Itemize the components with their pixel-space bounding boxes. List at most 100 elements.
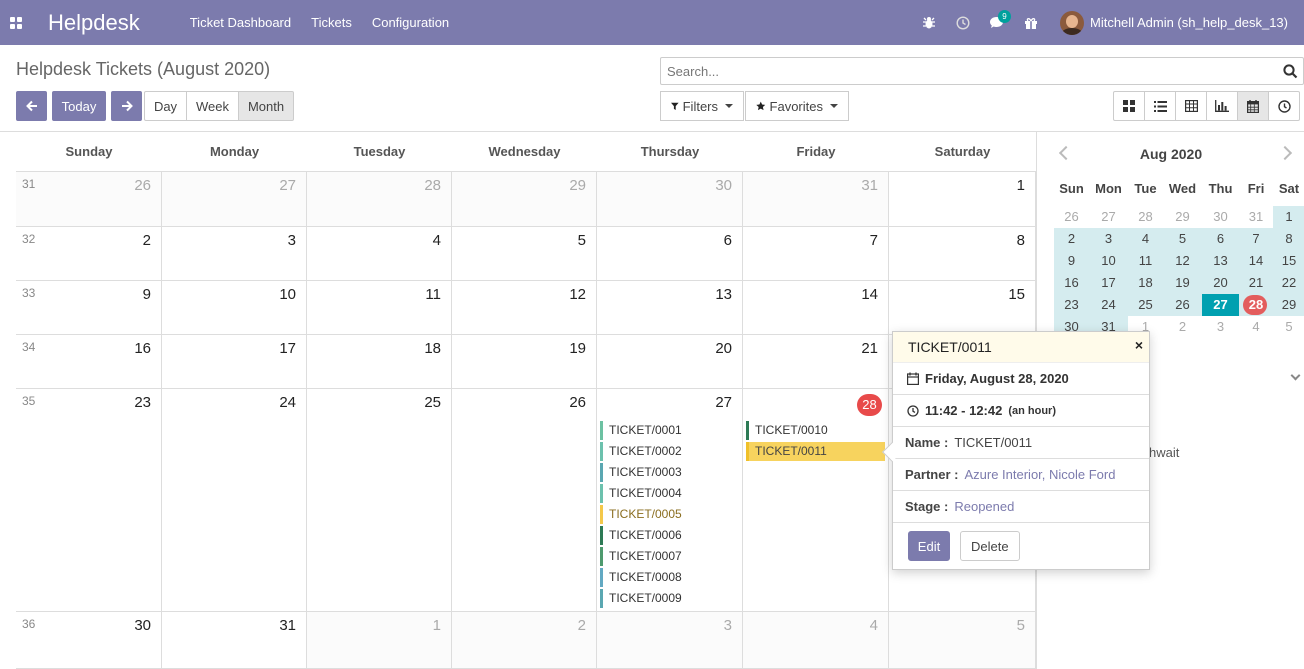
calendar-event[interactable]: TICKET/0007 [600, 547, 739, 566]
calendar-event[interactable]: TICKET/0001 [600, 421, 739, 440]
calendar-view-button[interactable] [1237, 91, 1269, 121]
close-icon[interactable]: × [1135, 332, 1143, 358]
scale-day-button[interactable]: Day [144, 91, 187, 121]
calendar-day[interactable]: 34 16 [16, 335, 162, 388]
menu-configuration[interactable]: Configuration [362, 0, 459, 45]
mini-day[interactable]: 5 [1273, 316, 1304, 338]
pivot-view-button[interactable] [1175, 91, 1207, 121]
gift-icon[interactable] [1014, 0, 1048, 45]
mini-day[interactable]: 6 [1202, 228, 1239, 250]
calendar-day[interactable]: 31 [743, 172, 889, 226]
mini-day[interactable]: 2 [1163, 316, 1202, 338]
search-icon[interactable] [1277, 63, 1303, 79]
mini-day[interactable]: 18 [1128, 272, 1163, 294]
scale-month-button[interactable]: Month [238, 91, 294, 121]
calendar-day[interactable]: 33 9 [16, 281, 162, 334]
list-view-button[interactable] [1144, 91, 1176, 121]
calendar-day[interactable]: 14 [743, 281, 889, 334]
calendar-event[interactable]: TICKET/0010 [746, 421, 885, 440]
calendar-day[interactable]: 26 [452, 389, 597, 611]
calendar-day[interactable]: 30 [597, 172, 743, 226]
menu-tickets[interactable]: Tickets [301, 0, 362, 45]
user-menu[interactable]: Mitchell Admin (sh_help_desk_13) [1060, 10, 1288, 35]
mini-day[interactable]: 4 [1128, 228, 1163, 250]
apps-menu-icon[interactable] [0, 0, 32, 45]
mini-day[interactable]: 17 [1089, 272, 1128, 294]
calendar-event[interactable]: TICKET/0003 [600, 463, 739, 482]
calendar-day[interactable]: 19 [452, 335, 597, 388]
mini-day[interactable]: 1 [1273, 206, 1304, 228]
calendar-day[interactable]: 11 [307, 281, 452, 334]
calendar-event[interactable]: TICKET/0005 [600, 505, 739, 524]
calendar-day[interactable]: 7 [743, 227, 889, 280]
mini-day[interactable]: 3 [1089, 228, 1128, 250]
calendar-day[interactable]: 4 [743, 612, 889, 668]
edit-button[interactable]: Edit [908, 531, 950, 561]
calendar-day[interactable]: 4 [307, 227, 452, 280]
mini-day[interactable]: 28 [1128, 206, 1163, 228]
mini-day[interactable]: 25 [1128, 294, 1163, 316]
mini-day[interactable]: 10 [1089, 250, 1128, 272]
calendar-day[interactable]: 36 30 [16, 612, 162, 668]
calendar-day[interactable]: 32 2 [16, 227, 162, 280]
calendar-day[interactable]: 29 [452, 172, 597, 226]
calendar-day[interactable]: 15 [889, 281, 1036, 334]
mini-day[interactable]: 16 [1054, 272, 1089, 294]
mini-day[interactable]: 11 [1128, 250, 1163, 272]
stage-link[interactable]: Reopened [954, 499, 1014, 514]
calendar-event[interactable]: TICKET/0009 [600, 589, 739, 608]
filters-button[interactable]: Filters [660, 91, 744, 121]
calendar-day[interactable]: 24 [162, 389, 307, 611]
mini-day[interactable]: 4 [1239, 316, 1273, 338]
search-input[interactable] [661, 58, 1277, 84]
mini-day[interactable]: 31 [1239, 206, 1273, 228]
mini-day[interactable]: 8 [1273, 228, 1304, 250]
calendar-event[interactable]: TICKET/0004 [600, 484, 739, 503]
mini-day[interactable]: 20 [1202, 272, 1239, 294]
bug-icon[interactable] [912, 0, 946, 45]
calendar-day[interactable]: 10 [162, 281, 307, 334]
calendar-day[interactable]: 31 26 [16, 172, 162, 226]
calendar-day[interactable]: 31 [162, 612, 307, 668]
next-button[interactable] [111, 91, 142, 121]
menu-ticket-dashboard[interactable]: Ticket Dashboard [180, 0, 301, 45]
mini-day[interactable]: 15 [1273, 250, 1304, 272]
calendar-day[interactable]: 28 [307, 172, 452, 226]
calendar-day[interactable]: 17 [162, 335, 307, 388]
mini-day[interactable]: 21 [1239, 272, 1273, 294]
mini-day[interactable]: 5 [1163, 228, 1202, 250]
calendar-event[interactable]: TICKET/0006 [600, 526, 739, 545]
calendar-day[interactable]: 35 23 [16, 389, 162, 611]
today-button[interactable]: Today [52, 91, 106, 121]
mini-day[interactable]: 19 [1163, 272, 1202, 294]
calendar-event-selected[interactable]: TICKET/0011 [746, 442, 885, 461]
favorites-button[interactable]: Favorites [745, 91, 849, 121]
mini-day[interactable]: 7 [1239, 228, 1273, 250]
mini-day-selected[interactable]: 28 [1239, 294, 1273, 316]
calendar-day-friday-28[interactable]: 28 TICKET/0010 TICKET/0011 [743, 389, 889, 611]
app-brand[interactable]: Helpdesk [48, 10, 140, 36]
partner-link[interactable]: Azure Interior, Nicole Ford [964, 467, 1115, 482]
calendar-day[interactable]: 1 [307, 612, 452, 668]
clock-icon[interactable] [946, 0, 980, 45]
mini-day[interactable]: 26 [1054, 206, 1089, 228]
scale-week-button[interactable]: Week [186, 91, 239, 121]
calendar-day[interactable]: 2 [452, 612, 597, 668]
previous-button[interactable] [16, 91, 47, 121]
calendar-day[interactable]: 5 [889, 612, 1036, 668]
calendar-day-thursday-27[interactable]: 27 TICKET/0001 TICKET/0002 TICKET/0003 T… [597, 389, 743, 611]
calendar-day[interactable]: 6 [597, 227, 743, 280]
chat-icon[interactable]: 9 [980, 0, 1014, 45]
mini-day[interactable]: 29 [1163, 206, 1202, 228]
calendar-event[interactable]: TICKET/0002 [600, 442, 739, 461]
mini-day[interactable]: 30 [1202, 206, 1239, 228]
calendar-day[interactable]: 3 [162, 227, 307, 280]
calendar-event[interactable]: TICKET/0008 [600, 568, 739, 587]
mini-day-today[interactable]: 27 [1202, 294, 1239, 316]
calendar-day[interactable]: 21 [743, 335, 889, 388]
delete-button[interactable]: Delete [960, 531, 1020, 561]
calendar-day[interactable]: 8 [889, 227, 1036, 280]
mini-day[interactable]: 14 [1239, 250, 1273, 272]
mini-day[interactable]: 3 [1202, 316, 1239, 338]
mini-day[interactable]: 9 [1054, 250, 1089, 272]
